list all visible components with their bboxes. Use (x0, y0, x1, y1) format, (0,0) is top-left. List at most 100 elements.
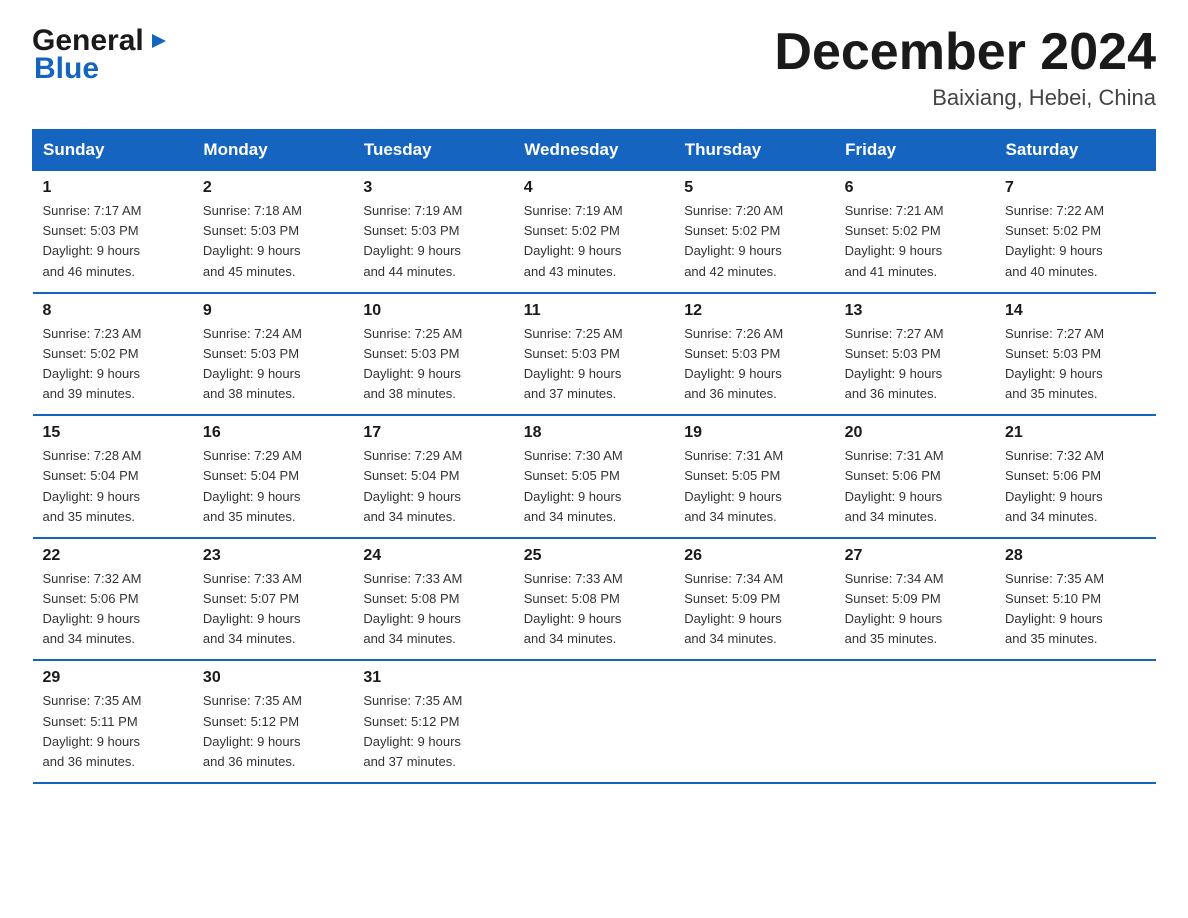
page-header: General Blue December 2024 Baixiang, Heb… (32, 24, 1156, 111)
day-info: Sunrise: 7:25 AMSunset: 5:03 PMDaylight:… (524, 324, 664, 405)
day-info: Sunrise: 7:31 AMSunset: 5:06 PMDaylight:… (845, 446, 985, 527)
day-number: 31 (363, 669, 503, 687)
day-number: 20 (845, 424, 985, 442)
calendar-cell (674, 660, 834, 783)
day-info: Sunrise: 7:29 AMSunset: 5:04 PMDaylight:… (203, 446, 343, 527)
calendar-week-4: 22 Sunrise: 7:32 AMSunset: 5:06 PMDayligh… (33, 538, 1156, 661)
day-info: Sunrise: 7:27 AMSunset: 5:03 PMDaylight:… (845, 324, 985, 405)
day-info: Sunrise: 7:32 AMSunset: 5:06 PMDaylight:… (1005, 446, 1145, 527)
day-number: 1 (43, 179, 183, 197)
day-number: 6 (845, 179, 985, 197)
day-info: Sunrise: 7:32 AMSunset: 5:06 PMDaylight:… (43, 569, 183, 650)
day-info: Sunrise: 7:33 AMSunset: 5:08 PMDaylight:… (363, 569, 503, 650)
calendar-header-wednesday: Wednesday (514, 130, 674, 171)
day-info: Sunrise: 7:35 AMSunset: 5:10 PMDaylight:… (1005, 569, 1145, 650)
calendar-cell: 29 Sunrise: 7:35 AMSunset: 5:11 PMDayligh… (33, 660, 193, 783)
calendar-cell: 27 Sunrise: 7:34 AMSunset: 5:09 PMDayligh… (835, 538, 995, 661)
day-number: 16 (203, 424, 343, 442)
day-number: 26 (684, 547, 824, 565)
calendar-cell: 28 Sunrise: 7:35 AMSunset: 5:10 PMDayligh… (995, 538, 1155, 661)
calendar-header-friday: Friday (835, 130, 995, 171)
calendar-cell: 23Sunrise: 7:33 AMSunset: 5:07 PMDayligh… (193, 538, 353, 661)
day-number: 13 (845, 302, 985, 320)
calendar-cell: 3Sunrise: 7:19 AMSunset: 5:03 PMDaylight… (353, 171, 513, 293)
calendar-week-5: 29 Sunrise: 7:35 AMSunset: 5:11 PMDayligh… (33, 660, 1156, 783)
day-info: Sunrise: 7:21 AMSunset: 5:02 PMDaylight:… (845, 201, 985, 282)
calendar-header-thursday: Thursday (674, 130, 834, 171)
calendar-cell: 22 Sunrise: 7:32 AMSunset: 5:06 PMDayligh… (33, 538, 193, 661)
day-info: Sunrise: 7:34 AMSunset: 5:09 PMDaylight:… (845, 569, 985, 650)
calendar-cell: 24Sunrise: 7:33 AMSunset: 5:08 PMDayligh… (353, 538, 513, 661)
day-info: Sunrise: 7:24 AMSunset: 5:03 PMDaylight:… (203, 324, 343, 405)
calendar-cell (835, 660, 995, 783)
calendar-cell: 31 Sunrise: 7:35 AMSunset: 5:12 PMDayligh… (353, 660, 513, 783)
day-number: 2 (203, 179, 343, 197)
day-number: 22 (43, 547, 183, 565)
day-number: 14 (1005, 302, 1145, 320)
day-info: Sunrise: 7:33 AMSunset: 5:08 PMDaylight:… (524, 569, 664, 650)
day-info: Sunrise: 7:19 AMSunset: 5:03 PMDaylight:… (363, 201, 503, 282)
calendar-week-2: 8Sunrise: 7:23 AMSunset: 5:02 PMDaylight… (33, 293, 1156, 416)
calendar-cell: 26 Sunrise: 7:34 AMSunset: 5:09 PMDayligh… (674, 538, 834, 661)
day-number: 30 (203, 669, 343, 687)
page-title: December 2024 (774, 24, 1156, 81)
logo-blue-text: Blue (34, 52, 170, 86)
day-info: Sunrise: 7:30 AMSunset: 5:05 PMDaylight:… (524, 446, 664, 527)
calendar-cell: 17Sunrise: 7:29 AMSunset: 5:04 PMDayligh… (353, 415, 513, 538)
day-info: Sunrise: 7:27 AMSunset: 5:03 PMDaylight:… (1005, 324, 1145, 405)
calendar-week-3: 15 Sunrise: 7:28 AMSunset: 5:04 PMDayligh… (33, 415, 1156, 538)
day-number: 7 (1005, 179, 1145, 197)
calendar-header-row: SundayMondayTuesdayWednesdayThursdayFrid… (33, 130, 1156, 171)
calendar-cell: 13 Sunrise: 7:27 AMSunset: 5:03 PMDayligh… (835, 293, 995, 416)
day-info: Sunrise: 7:28 AMSunset: 5:04 PMDaylight:… (43, 446, 183, 527)
day-number: 23 (203, 547, 343, 565)
page-subtitle: Baixiang, Hebei, China (774, 85, 1156, 111)
calendar-cell: 9 Sunrise: 7:24 AMSunset: 5:03 PMDaylight… (193, 293, 353, 416)
calendar-cell: 12 Sunrise: 7:26 AMSunset: 5:03 PMDayligh… (674, 293, 834, 416)
day-info: Sunrise: 7:18 AMSunset: 5:03 PMDaylight:… (203, 201, 343, 282)
calendar-cell: 5Sunrise: 7:20 AMSunset: 5:02 PMDaylight… (674, 171, 834, 293)
calendar-cell: 4 Sunrise: 7:19 AMSunset: 5:02 PMDaylight… (514, 171, 674, 293)
calendar-cell: 8Sunrise: 7:23 AMSunset: 5:02 PMDaylight… (33, 293, 193, 416)
day-number: 19 (684, 424, 824, 442)
day-number: 27 (845, 547, 985, 565)
day-number: 21 (1005, 424, 1145, 442)
calendar-cell: 20 Sunrise: 7:31 AMSunset: 5:06 PMDayligh… (835, 415, 995, 538)
calendar-week-1: 1Sunrise: 7:17 AMSunset: 5:03 PMDaylight… (33, 171, 1156, 293)
calendar-header-tuesday: Tuesday (353, 130, 513, 171)
calendar-cell: 19 Sunrise: 7:31 AMSunset: 5:05 PMDayligh… (674, 415, 834, 538)
title-area: December 2024 Baixiang, Hebei, China (774, 24, 1156, 111)
day-number: 4 (524, 179, 664, 197)
calendar-cell: 30Sunrise: 7:35 AMSunset: 5:12 PMDayligh… (193, 660, 353, 783)
calendar-cell: 11 Sunrise: 7:25 AMSunset: 5:03 PMDayligh… (514, 293, 674, 416)
day-info: Sunrise: 7:34 AMSunset: 5:09 PMDaylight:… (684, 569, 824, 650)
day-number: 12 (684, 302, 824, 320)
day-number: 29 (43, 669, 183, 687)
day-number: 11 (524, 302, 664, 320)
day-number: 17 (363, 424, 503, 442)
calendar-cell: 21 Sunrise: 7:32 AMSunset: 5:06 PMDayligh… (995, 415, 1155, 538)
day-info: Sunrise: 7:19 AMSunset: 5:02 PMDaylight:… (524, 201, 664, 282)
calendar-cell: 15 Sunrise: 7:28 AMSunset: 5:04 PMDayligh… (33, 415, 193, 538)
day-number: 25 (524, 547, 664, 565)
day-number: 5 (684, 179, 824, 197)
calendar-cell: 18Sunrise: 7:30 AMSunset: 5:05 PMDayligh… (514, 415, 674, 538)
day-number: 9 (203, 302, 343, 320)
day-number: 8 (43, 302, 183, 320)
calendar-header-sunday: Sunday (33, 130, 193, 171)
calendar-cell (995, 660, 1155, 783)
calendar-cell: 25 Sunrise: 7:33 AMSunset: 5:08 PMDayligh… (514, 538, 674, 661)
day-info: Sunrise: 7:35 AMSunset: 5:11 PMDaylight:… (43, 691, 183, 772)
calendar-cell: 1Sunrise: 7:17 AMSunset: 5:03 PMDaylight… (33, 171, 193, 293)
day-info: Sunrise: 7:35 AMSunset: 5:12 PMDaylight:… (363, 691, 503, 772)
day-info: Sunrise: 7:22 AMSunset: 5:02 PMDaylight:… (1005, 201, 1145, 282)
day-number: 15 (43, 424, 183, 442)
day-info: Sunrise: 7:25 AMSunset: 5:03 PMDaylight:… (363, 324, 503, 405)
calendar-cell: 6 Sunrise: 7:21 AMSunset: 5:02 PMDaylight… (835, 171, 995, 293)
day-info: Sunrise: 7:31 AMSunset: 5:05 PMDaylight:… (684, 446, 824, 527)
day-info: Sunrise: 7:26 AMSunset: 5:03 PMDaylight:… (684, 324, 824, 405)
logo-arrow-icon (148, 30, 170, 52)
calendar-cell: 7 Sunrise: 7:22 AMSunset: 5:02 PMDaylight… (995, 171, 1155, 293)
calendar-header-saturday: Saturday (995, 130, 1155, 171)
day-number: 28 (1005, 547, 1145, 565)
